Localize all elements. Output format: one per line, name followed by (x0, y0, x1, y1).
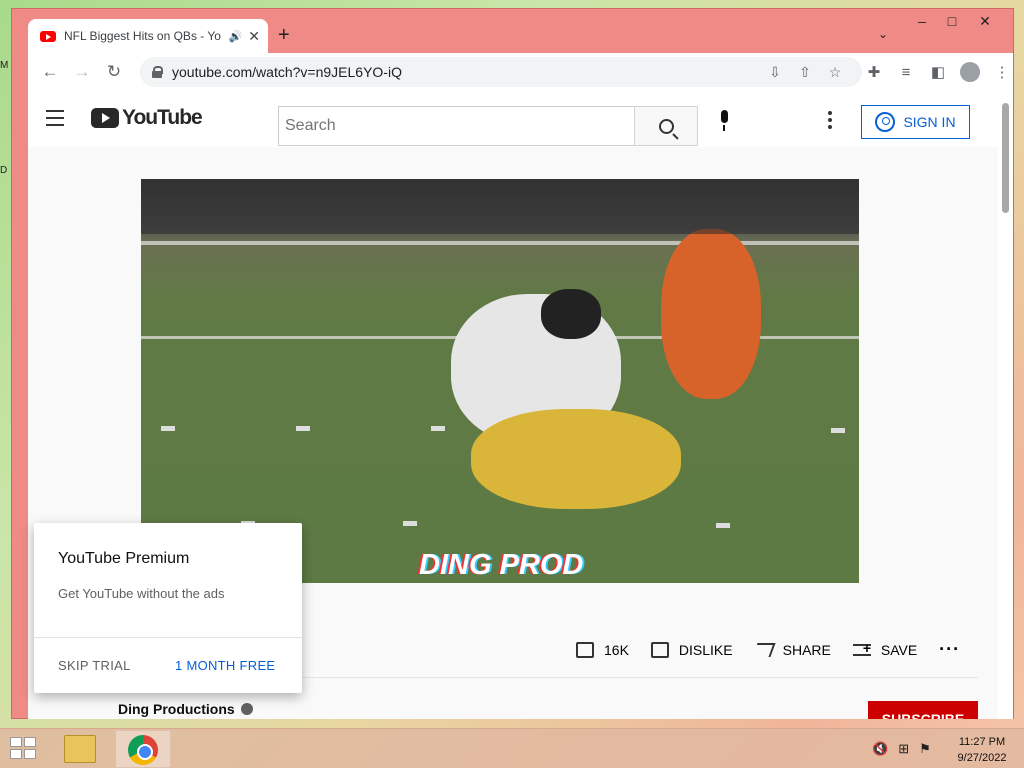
clock-time: 11:27 PM (958, 736, 1006, 748)
hash-mark (296, 426, 310, 431)
share-button[interactable]: SHARE (752, 641, 831, 658)
taskbar: 🔇 ⊞ ⚑ 11:27 PM 9/27/2022 (0, 728, 1024, 768)
chrome-icon (128, 735, 158, 765)
youtube-header: YouTube Search SIGN IN (28, 91, 998, 147)
clock-date: 9/27/2022 (957, 752, 1007, 764)
close-window-button[interactable]: ✕ (970, 13, 1000, 30)
video-watermark: DING PROD (419, 549, 584, 581)
maximize-button[interactable]: □ (937, 13, 967, 29)
speaker-icon[interactable]: 🔊 (229, 30, 243, 43)
browser-menu-icon[interactable]: ⋮ (986, 63, 1018, 81)
windows-start-icon[interactable] (10, 737, 38, 761)
browser-toolbar: ← → ↻ youtube.com/watch?v=n9JEL6YO-iQ ⇩ … (28, 53, 1013, 91)
share-icon[interactable]: ⇧ (790, 64, 820, 81)
youtube-logo[interactable]: YouTube (91, 106, 203, 130)
minimize-button[interactable]: – (907, 13, 937, 29)
sign-in-button[interactable]: SIGN IN (861, 105, 970, 139)
scrollbar-thumb[interactable] (1002, 103, 1009, 213)
search-input[interactable]: Search (278, 106, 635, 146)
hash-mark (431, 426, 445, 431)
taskbar-clock[interactable]: 11:27 PM 9/27/2022 (952, 734, 1012, 766)
channel-name-link[interactable]: Ding Productions (118, 701, 253, 717)
premium-description: Get YouTube without the ads (58, 586, 225, 601)
close-icon[interactable]: ✕ (248, 28, 260, 45)
browser-tab[interactable]: NFL Biggest Hits on QBs - Yo 🔊 ✕ (28, 19, 268, 53)
settings-menu-icon[interactable] (828, 111, 832, 132)
more-actions-button[interactable]: ··· (939, 639, 960, 660)
sign-in-label: SIGN IN (903, 114, 956, 130)
microphone-icon[interactable] (718, 110, 730, 132)
verified-check-icon (240, 703, 253, 715)
hamburger-menu-icon[interactable] (46, 110, 64, 131)
premium-title: YouTube Premium (58, 550, 190, 567)
thumbs-up-icon (576, 641, 594, 658)
tab-title: NFL Biggest Hits on QBs - Yo (64, 29, 221, 43)
extensions-puzzle-icon[interactable]: ✚ (858, 63, 890, 81)
toolbar-right: ✚ ≡ ◧ ⋮ (858, 53, 1018, 91)
reload-icon[interactable]: ↻ (98, 62, 130, 82)
youtube-favicon-icon (40, 30, 56, 42)
page-scrollbar[interactable] (998, 91, 1013, 719)
url-text: youtube.com/watch?v=n9JEL6YO-iQ (172, 64, 402, 80)
bookmark-star-icon[interactable]: ☆ (820, 64, 850, 81)
like-button[interactable]: 16K (576, 641, 629, 658)
save-button[interactable]: SAVE (852, 640, 918, 658)
file-explorer-icon[interactable] (64, 735, 96, 763)
thumbs-down-icon (650, 641, 669, 658)
install-icon[interactable]: ⇩ (760, 64, 790, 81)
chevron-down-icon[interactable]: ⌄ (878, 27, 888, 41)
side-panel-icon[interactable]: ◧ (922, 63, 954, 81)
chrome-taskbar-button[interactable] (115, 730, 171, 768)
desktop-edge-glyph: D (0, 165, 8, 176)
system-tray: 🔇 ⊞ ⚑ (872, 741, 931, 757)
sideline-crowd (141, 179, 859, 234)
divider (34, 637, 302, 638)
save-label: SAVE (880, 641, 918, 658)
hash-mark (716, 523, 730, 528)
hash-mark (403, 521, 417, 526)
youtube-play-icon (91, 108, 119, 128)
lock-icon[interactable] (152, 66, 163, 78)
one-month-free-button[interactable]: 1 MONTH FREE (175, 658, 275, 673)
desktop-edge-glyph: M (0, 60, 9, 71)
share-arrow-icon (752, 642, 776, 657)
forward-arrow-icon[interactable]: → (66, 62, 98, 82)
search-icon (658, 118, 674, 134)
address-bar[interactable]: youtube.com/watch?v=n9JEL6YO-iQ ⇩ ⇧ ☆ (140, 57, 862, 87)
media-control-icon[interactable]: ≡ (890, 64, 922, 81)
like-count: 16K (604, 641, 629, 658)
dislike-label: DISLIKE (678, 641, 733, 658)
playlist-add-icon (852, 640, 871, 656)
new-tab-button[interactable]: + (278, 24, 290, 47)
more-horizontal-icon: ··· (939, 639, 961, 659)
profile-avatar-icon[interactable] (960, 62, 980, 82)
skip-trial-button[interactable]: SKIP TRIAL (58, 658, 131, 673)
title-bar: NFL Biggest Hits on QBs - Yo 🔊 ✕ + ⌄ – □… (12, 9, 1013, 53)
action-center-icon[interactable]: ⚑ (919, 741, 931, 757)
yard-line (141, 241, 859, 245)
player-figure (541, 289, 601, 339)
dislike-button[interactable]: DISLIKE (650, 641, 733, 658)
player-figure (471, 409, 681, 509)
search-button[interactable] (634, 106, 698, 146)
network-icon[interactable]: ⊞ (898, 741, 909, 757)
hash-mark (161, 426, 175, 431)
back-arrow-icon[interactable]: ← (34, 62, 66, 82)
subscribe-button[interactable]: SUBSCRIBE (868, 701, 978, 719)
player-figure (661, 229, 761, 399)
user-icon (875, 112, 896, 132)
channel-name: Ding Productions (118, 701, 235, 717)
youtube-logo-text: YouTube (122, 106, 203, 129)
video-actions: 16K DISLIKE SHARE SAVE ··· (576, 639, 982, 660)
share-label: SHARE (782, 641, 831, 658)
hash-mark (831, 428, 845, 433)
volume-muted-icon[interactable]: 🔇 (872, 741, 888, 757)
premium-popup: YouTube Premium Get YouTube without the … (34, 523, 302, 693)
